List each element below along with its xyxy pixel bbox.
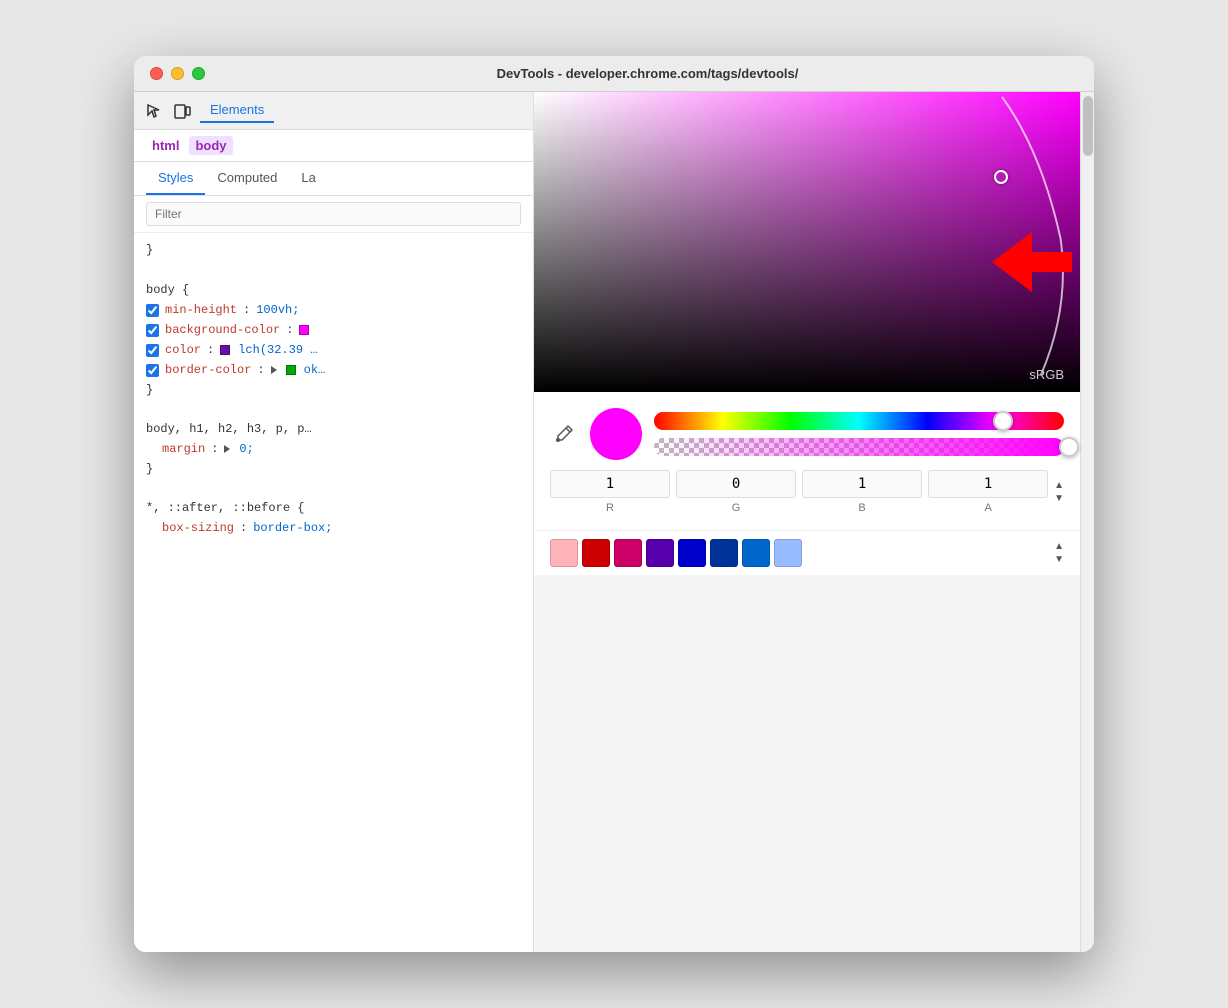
styles-tabs: Styles Computed La (134, 162, 533, 196)
scrollbar-thumb[interactable] (1083, 96, 1093, 156)
maximize-button[interactable] (192, 67, 205, 80)
swatches-row: ▲ ▼ (534, 530, 1080, 575)
gamut-line (534, 92, 1080, 385)
css-selector-body: body { (146, 280, 521, 300)
css-rule-box-sizing: box-sizing : border-box; (146, 519, 521, 539)
breadcrumb-html[interactable]: html (146, 136, 185, 155)
tab-styles[interactable]: Styles (146, 162, 205, 195)
devtools-toolbar: Elements (134, 92, 533, 130)
tab-elements[interactable]: Elements (200, 98, 274, 123)
css-rule-border-color: border-color : ok… (146, 360, 521, 380)
rgba-r-label: R (606, 502, 614, 514)
rgba-g-input[interactable] (676, 470, 796, 498)
scrollbar[interactable] (1080, 92, 1094, 952)
filter-input[interactable] (146, 202, 521, 226)
margin-triangle-icon[interactable] (224, 445, 230, 453)
css-rule-background-color: background-color : (146, 320, 521, 340)
rgba-spinner[interactable]: ▲ ▼ (1054, 480, 1064, 504)
breadcrumb: html body (134, 130, 533, 162)
gradient-cursor[interactable] (994, 170, 1008, 184)
rgba-r-input[interactable] (550, 470, 670, 498)
window-title: DevTools - developer.chrome.com/tags/dev… (217, 66, 1078, 81)
red-arrow-annotation (992, 232, 1072, 292)
swatch-hotpink[interactable] (614, 539, 642, 567)
close-button[interactable] (150, 67, 163, 80)
css-checkbox-color[interactable] (146, 344, 159, 357)
css-checkbox-min-height[interactable] (146, 304, 159, 317)
alpha-thumb[interactable] (1059, 437, 1079, 457)
css-closing-brace-1: } (146, 241, 521, 261)
rgba-b-input[interactable] (802, 470, 922, 498)
sliders-area (654, 412, 1064, 456)
traffic-lights (150, 67, 205, 80)
devtools-panel: Elements html body Styles Computed La (134, 92, 534, 952)
titlebar: DevTools - developer.chrome.com/tags/dev… (134, 56, 1094, 92)
cp-row1 (550, 408, 1064, 460)
css-checkbox-bg-color[interactable] (146, 324, 159, 337)
css-rule-color: color : lch(32.39 … (146, 340, 521, 360)
eyedropper-button[interactable] (550, 420, 578, 448)
css-area: } body { min-height : 100vh; backg (134, 233, 533, 952)
main-content: Elements html body Styles Computed La (134, 92, 1094, 952)
browser-window: DevTools - developer.chrome.com/tags/dev… (134, 56, 1094, 952)
rgba-r-group: R (550, 470, 670, 514)
tab-layout[interactable]: La (289, 162, 327, 195)
css-closing-brace-2: } (146, 380, 521, 400)
hue-thumb[interactable] (993, 411, 1013, 431)
swatch-navy[interactable] (710, 539, 738, 567)
colorpicker-panel: sRGB (534, 92, 1080, 952)
rgba-a-group: A (928, 470, 1048, 514)
css-selector-star: *, ::after, ::before { (146, 499, 521, 519)
hue-slider[interactable] (654, 412, 1064, 430)
swatch-pink[interactable] (550, 539, 578, 567)
swatch-red[interactable] (582, 539, 610, 567)
triangle-icon[interactable] (271, 366, 277, 374)
swatch-lightblue[interactable] (774, 539, 802, 567)
color-gradient[interactable]: sRGB (534, 92, 1080, 392)
border-color-swatch[interactable] (286, 365, 296, 375)
filter-bar (134, 196, 533, 233)
tab-computed[interactable]: Computed (205, 162, 289, 195)
rgba-g-group: G (676, 470, 796, 514)
rgba-inputs: R G B A ▲ ▼ (550, 470, 1064, 514)
device-icon[interactable] (172, 101, 192, 121)
inspect-icon[interactable] (144, 101, 164, 121)
alpha-slider[interactable] (654, 438, 1064, 456)
swatch-darkblue[interactable] (678, 539, 706, 567)
css-rule-margin: margin : 0; (146, 439, 521, 459)
minimize-button[interactable] (171, 67, 184, 80)
breadcrumb-body[interactable]: body (189, 136, 232, 155)
rgba-a-input[interactable] (928, 470, 1048, 498)
swatches-spinner[interactable]: ▲ ▼ (1054, 541, 1064, 565)
css-rule-min-height: min-height : 100vh; (146, 300, 521, 320)
css-selector-body-h1: body, h1, h2, h3, p, p… (146, 419, 521, 439)
css-checkbox-border-color[interactable] (146, 364, 159, 377)
rgba-b-group: B (802, 470, 922, 514)
css-closing-brace-3: } (146, 459, 521, 479)
color-swatch[interactable] (220, 345, 230, 355)
bg-color-swatch[interactable] (299, 325, 309, 335)
swatch-blue[interactable] (742, 539, 770, 567)
rgba-a-label: A (984, 502, 991, 514)
rgba-g-label: G (732, 502, 741, 514)
rgba-b-label: B (858, 502, 865, 514)
swatch-purple[interactable] (646, 539, 674, 567)
srgb-label: sRGB (1029, 367, 1064, 382)
color-preview (590, 408, 642, 460)
cp-controls: R G B A ▲ ▼ (534, 392, 1080, 530)
